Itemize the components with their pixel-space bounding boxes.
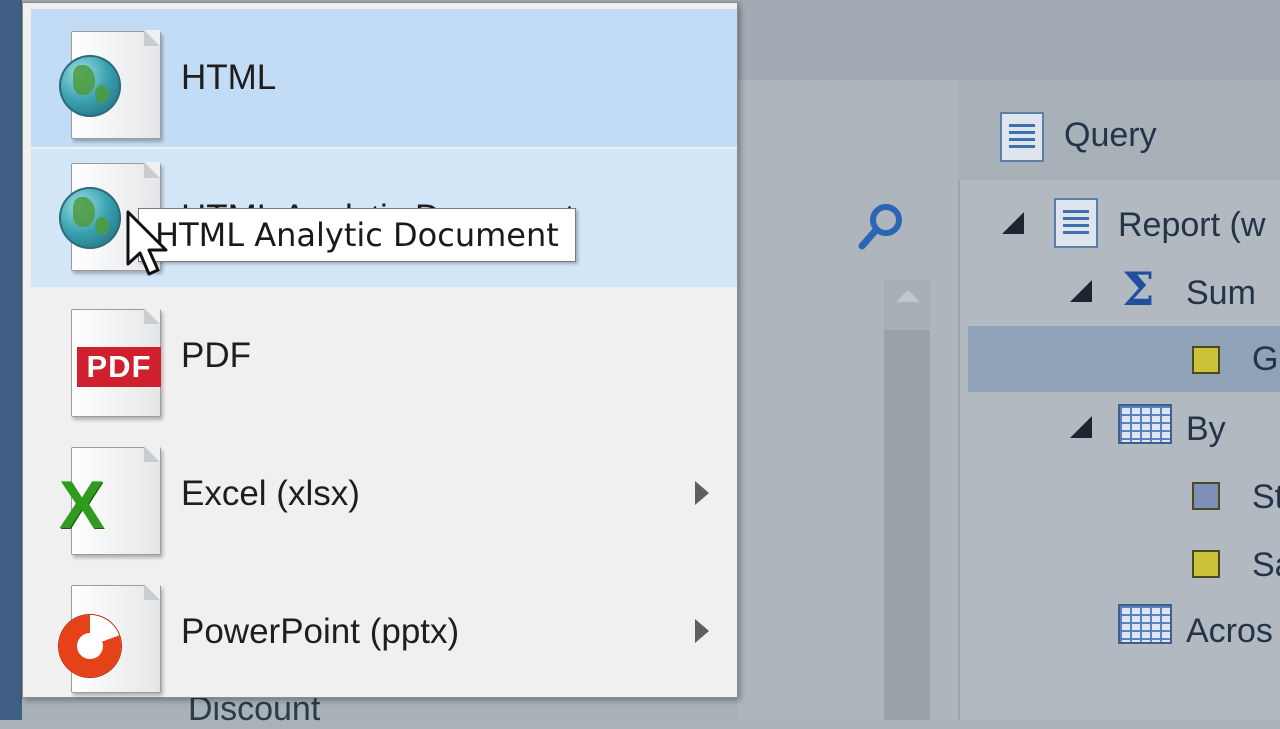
globe-icon	[59, 55, 121, 117]
background-selected-row	[968, 326, 1280, 392]
search-icon[interactable]	[856, 200, 908, 252]
tree-item-by[interactable]: By	[1186, 410, 1226, 449]
menu-item-label: PowerPoint (pptx)	[181, 612, 460, 651]
menu-item-pdf[interactable]: PDF PDF	[31, 287, 737, 425]
by-grid-icon	[1118, 404, 1172, 444]
expand-triangle-icon[interactable]	[1070, 280, 1092, 302]
tree-item-across[interactable]: Acros	[1186, 612, 1273, 651]
scroll-up-icon[interactable]	[896, 290, 920, 302]
tree-item-sum[interactable]: Sum	[1186, 274, 1256, 313]
menu-item-label: HTML	[181, 58, 277, 97]
tree-item-by-field-2[interactable]: Sa	[1252, 546, 1280, 585]
pdf-icon: PDF	[77, 347, 161, 387]
sum-icon: Σ	[1122, 262, 1155, 316]
globe-icon	[59, 187, 121, 249]
menu-item-label: Excel (xlsx)	[181, 474, 360, 513]
report-document-icon	[1054, 198, 1098, 248]
powerpoint-icon	[59, 615, 121, 677]
pdf-file-icon: PDF	[71, 308, 161, 417]
output-format-menu: HTML HTML Analytic Document PDF PDF X Ex…	[22, 2, 738, 698]
tree-item-report[interactable]: Report (w	[1118, 206, 1265, 245]
menu-item-label: PDF	[181, 336, 251, 375]
excel-file-icon: X	[59, 446, 161, 555]
background-left-strip	[0, 0, 22, 720]
expand-triangle-icon[interactable]	[1070, 416, 1092, 438]
tree-item-sum-field[interactable]: G	[1252, 340, 1278, 379]
measure-field-icon	[1192, 550, 1220, 578]
tree-item-by-field-1[interactable]: St	[1252, 478, 1280, 517]
background-scrollbar-thumb[interactable]	[884, 330, 930, 720]
menu-item-powerpoint[interactable]: PowerPoint (pptx)	[31, 563, 737, 701]
menu-item-excel[interactable]: X Excel (xlsx)	[31, 425, 737, 563]
tooltip: HTML Analytic Document	[138, 208, 576, 262]
across-grid-icon	[1118, 604, 1172, 644]
mouse-cursor-icon	[126, 210, 168, 276]
excel-icon: X	[59, 467, 105, 543]
submenu-arrow-icon[interactable]	[695, 619, 709, 643]
menu-item-html[interactable]: HTML	[31, 9, 737, 147]
dimension-field-icon	[1192, 482, 1220, 510]
expand-triangle-icon[interactable]	[1002, 212, 1024, 234]
html-file-icon	[59, 30, 161, 139]
powerpoint-file-icon	[59, 584, 161, 693]
submenu-arrow-icon[interactable]	[695, 481, 709, 505]
measure-field-icon	[1192, 346, 1220, 374]
query-label: Query	[1064, 116, 1157, 154]
query-document-icon	[1000, 112, 1044, 162]
